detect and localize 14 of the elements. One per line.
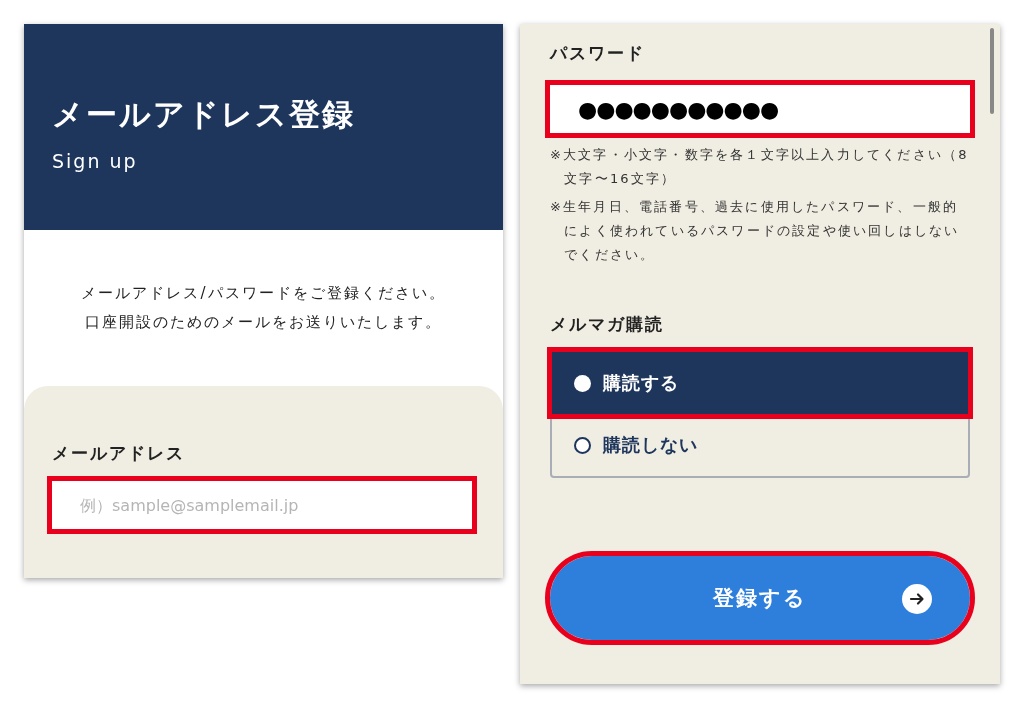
- password-note: ※生年月日、電話番号、過去に使用したパスワード、一般的によく使われているパスワードの設定や使い回しはしないでください。: [550, 198, 961, 264]
- radio-option[interactable]: 購読しない: [552, 414, 968, 476]
- arrow-right-icon: [902, 584, 932, 614]
- field-label: パスワード: [550, 42, 646, 65]
- password-note: ※大文字・小文字・数字を各１文字以上入力してください（8文字〜16文字）: [550, 146, 970, 188]
- page-title: メールアドレス登録: [52, 95, 356, 134]
- page-subtitle: Sign up: [52, 150, 139, 172]
- intro-text: メールアドレス/パスワードをご登録ください。: [81, 284, 446, 303]
- field-label: メールアドレス: [52, 442, 186, 465]
- radio-icon: [574, 374, 591, 392]
- radio-icon: [574, 436, 591, 454]
- scrollbar[interactable]: [990, 28, 994, 114]
- field-label: メルマガ購読: [550, 313, 665, 336]
- intro-text: 口座開設のためのメールをお送りいたします。: [85, 313, 442, 332]
